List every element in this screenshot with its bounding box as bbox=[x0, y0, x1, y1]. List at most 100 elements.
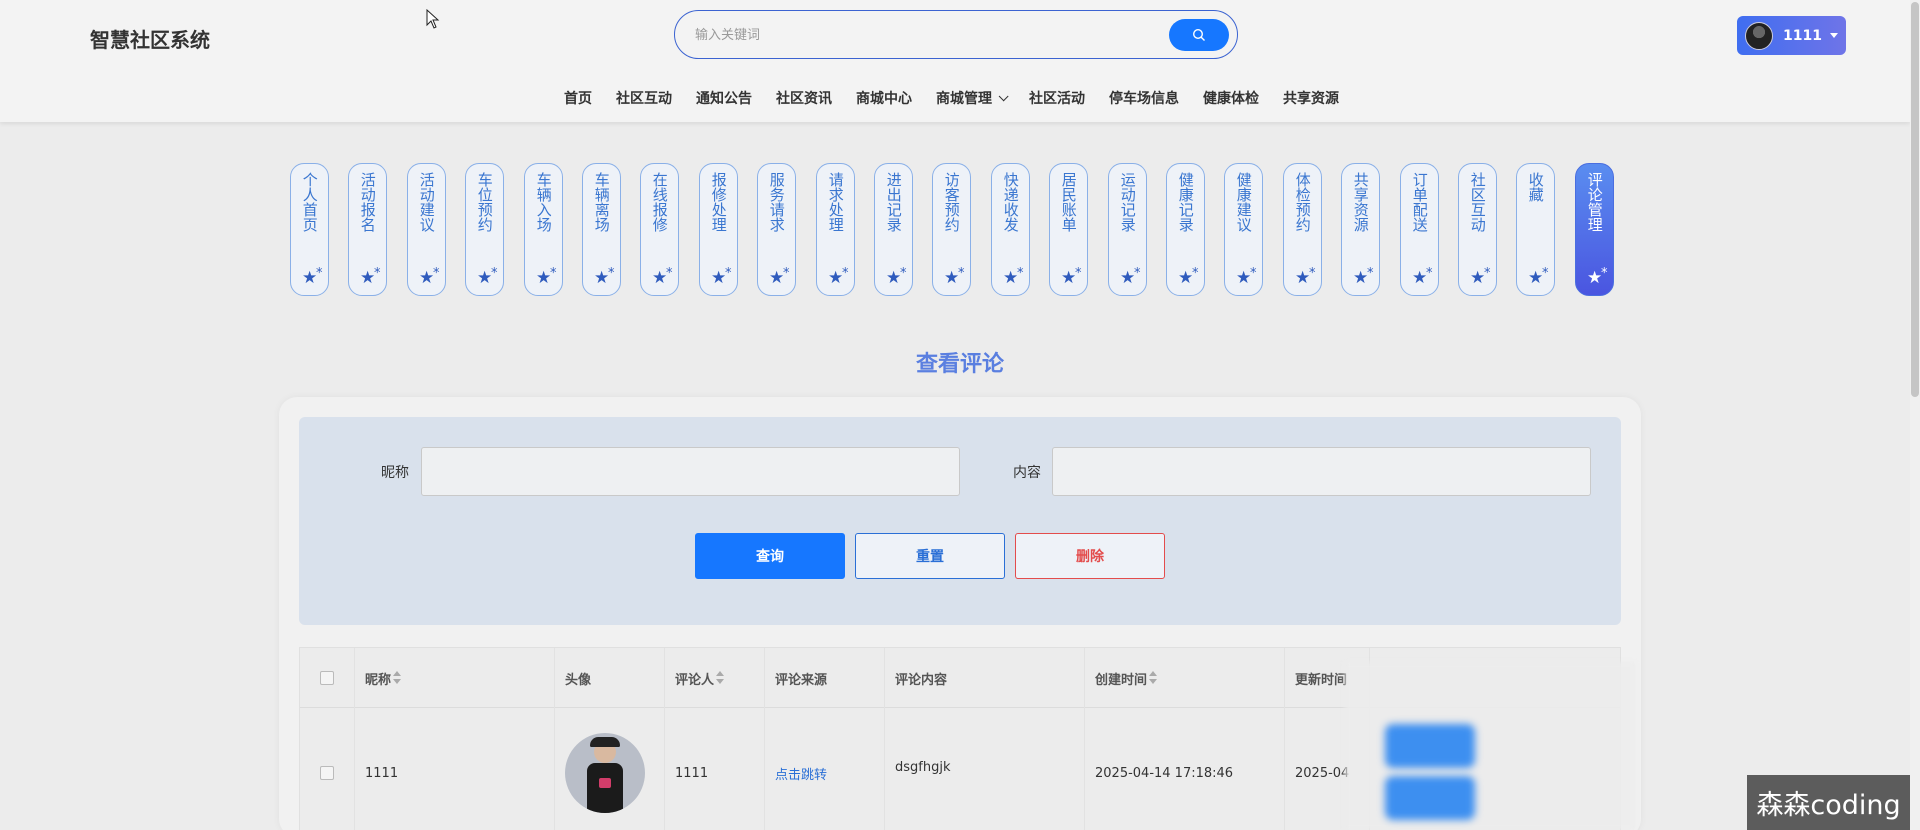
star-icon: ★ bbox=[1178, 265, 1199, 287]
side-tab[interactable]: 订单配送 ★ bbox=[1400, 163, 1439, 296]
filter-area: 昵称 内容 查询 重置 删除 bbox=[299, 417, 1621, 625]
side-tab-label: 快递收发 bbox=[1001, 172, 1020, 232]
star-icon: ★ bbox=[1470, 265, 1491, 287]
side-tab[interactable]: 在线报修 ★ bbox=[640, 163, 679, 296]
side-tab[interactable]: 访客预约 ★ bbox=[932, 163, 971, 296]
column-content: 评论内容 bbox=[885, 648, 1085, 708]
side-tab-label: 运动记录 bbox=[1118, 172, 1137, 232]
star-icon: ★ bbox=[1353, 265, 1374, 287]
side-tab[interactable]: 个人首页 ★ bbox=[290, 163, 329, 296]
star-icon: ★ bbox=[652, 265, 673, 287]
nickname-input[interactable] bbox=[421, 447, 960, 496]
star-icon: ★ bbox=[711, 265, 732, 287]
side-tab[interactable]: 车位预约 ★ bbox=[465, 163, 504, 296]
side-tab-label: 居民账单 bbox=[1059, 172, 1078, 232]
blurred-action-button[interactable] bbox=[1385, 776, 1475, 820]
cell-created: 2025-04-14 17:18:46 bbox=[1085, 708, 1285, 830]
star-icon: ★ bbox=[594, 265, 615, 287]
nav-notices[interactable]: 通知公告 bbox=[696, 88, 752, 108]
header-checkbox-cell bbox=[300, 648, 355, 708]
star-icon: ★ bbox=[1295, 265, 1316, 287]
side-tab-label: 活动报名 bbox=[358, 172, 377, 232]
nav-community-interaction[interactable]: 社区互动 bbox=[616, 88, 672, 108]
star-icon: ★ bbox=[828, 265, 849, 287]
side-tab-label: 个人首页 bbox=[300, 172, 319, 232]
site-logo[interactable]: 智慧社区系统 bbox=[90, 24, 210, 53]
nav-health-checkup[interactable]: 健康体检 bbox=[1203, 88, 1259, 108]
search-bar bbox=[674, 10, 1238, 59]
row-checkbox[interactable] bbox=[320, 766, 334, 780]
side-tab[interactable]: 活动报名 ★ bbox=[348, 163, 387, 296]
column-commenter[interactable]: 评论人 bbox=[665, 648, 765, 708]
side-tab[interactable]: 体检预约 ★ bbox=[1283, 163, 1322, 296]
star-icon: ★ bbox=[477, 265, 498, 287]
user-avatar bbox=[1745, 21, 1773, 50]
side-tab-label: 社区互动 bbox=[1468, 172, 1487, 232]
side-tab-label: 体检预约 bbox=[1293, 172, 1312, 232]
side-tab[interactable]: 进出记录 ★ bbox=[874, 163, 913, 296]
nav-parking[interactable]: 停车场信息 bbox=[1109, 88, 1179, 108]
column-nickname[interactable]: 昵称 bbox=[355, 648, 555, 708]
nav-news[interactable]: 社区资讯 bbox=[776, 88, 832, 108]
scrollbar-thumb[interactable] bbox=[1911, 2, 1919, 397]
star-icon: ★ bbox=[536, 265, 557, 287]
cell-nickname: 1111 bbox=[355, 708, 555, 830]
main-nav: 首页 社区互动 通知公告 社区资讯 商城中心 商城管理 社区活动 停车场信息 健… bbox=[564, 88, 1363, 108]
side-tab-label: 健康记录 bbox=[1176, 172, 1195, 232]
star-icon: ★ bbox=[302, 265, 323, 287]
content-input[interactable] bbox=[1052, 447, 1591, 496]
side-tab[interactable]: 社区互动 ★ bbox=[1458, 163, 1497, 296]
search-button[interactable] bbox=[1169, 19, 1229, 51]
star-icon: ★ bbox=[886, 265, 907, 287]
query-button[interactable]: 查询 bbox=[695, 533, 845, 579]
star-icon: ★ bbox=[944, 265, 965, 287]
side-tab-label: 评论管理 bbox=[1585, 172, 1604, 232]
delete-button[interactable]: 删除 bbox=[1015, 533, 1165, 579]
side-tab[interactable]: 报修处理 ★ bbox=[699, 163, 738, 296]
comment-avatar-image[interactable] bbox=[565, 733, 645, 813]
row-checkbox-cell bbox=[300, 708, 355, 830]
nav-mall-center[interactable]: 商城中心 bbox=[856, 88, 912, 108]
side-tab-label: 服务请求 bbox=[767, 172, 786, 232]
cell-commenter: 1111 bbox=[665, 708, 765, 830]
mouse-cursor-icon bbox=[426, 9, 440, 29]
select-all-checkbox[interactable] bbox=[320, 671, 334, 685]
star-icon: ★ bbox=[1587, 265, 1608, 287]
watermark: 森森coding bbox=[1747, 775, 1910, 830]
column-created[interactable]: 创建时间 bbox=[1085, 648, 1285, 708]
column-source: 评论来源 bbox=[765, 648, 885, 708]
blurred-action-button[interactable] bbox=[1385, 724, 1475, 768]
side-tab[interactable]: 车辆入场 ★ bbox=[524, 163, 563, 296]
search-input[interactable] bbox=[695, 24, 1165, 46]
side-tab-label: 车辆离场 bbox=[592, 172, 611, 232]
star-icon: ★ bbox=[360, 265, 381, 287]
side-tab[interactable]: 收藏 ★ bbox=[1516, 163, 1555, 296]
side-tab[interactable]: 车辆离场 ★ bbox=[582, 163, 621, 296]
side-tab-label: 车辆入场 bbox=[534, 172, 553, 232]
side-tab[interactable]: 共享资源 ★ bbox=[1341, 163, 1380, 296]
side-tab[interactable]: 活动建议 ★ bbox=[407, 163, 446, 296]
star-icon: ★ bbox=[1061, 265, 1082, 287]
side-tab[interactable]: 评论管理 ★ bbox=[1575, 163, 1614, 296]
side-tab[interactable]: 运动记录 ★ bbox=[1108, 163, 1147, 296]
nav-community-activities[interactable]: 社区活动 bbox=[1029, 88, 1085, 108]
caret-down-icon bbox=[1829, 33, 1838, 38]
side-tab[interactable]: 请求处理 ★ bbox=[816, 163, 855, 296]
side-tab-label: 在线报修 bbox=[650, 172, 669, 232]
nav-shared-resources[interactable]: 共享资源 bbox=[1283, 88, 1339, 108]
side-tab[interactable]: 健康记录 ★ bbox=[1166, 163, 1205, 296]
side-tab-label: 共享资源 bbox=[1351, 172, 1370, 232]
side-tab[interactable]: 服务请求 ★ bbox=[757, 163, 796, 296]
nav-home[interactable]: 首页 bbox=[564, 88, 592, 108]
page-scrollbar[interactable] bbox=[1910, 0, 1920, 830]
side-tab[interactable]: 快递收发 ★ bbox=[991, 163, 1030, 296]
cell-source: 点击跳转 bbox=[765, 708, 885, 830]
nav-mall-management[interactable]: 商城管理 bbox=[936, 88, 1009, 108]
user-menu-button[interactable]: 1111 bbox=[1737, 16, 1846, 55]
side-tab-label: 请求处理 bbox=[826, 172, 845, 232]
source-link[interactable]: 点击跳转 bbox=[775, 764, 827, 783]
reset-button[interactable]: 重置 bbox=[855, 533, 1005, 579]
side-tab-label: 收藏 bbox=[1526, 172, 1545, 202]
side-tab[interactable]: 居民账单 ★ bbox=[1049, 163, 1088, 296]
side-tab[interactable]: 健康建议 ★ bbox=[1224, 163, 1263, 296]
